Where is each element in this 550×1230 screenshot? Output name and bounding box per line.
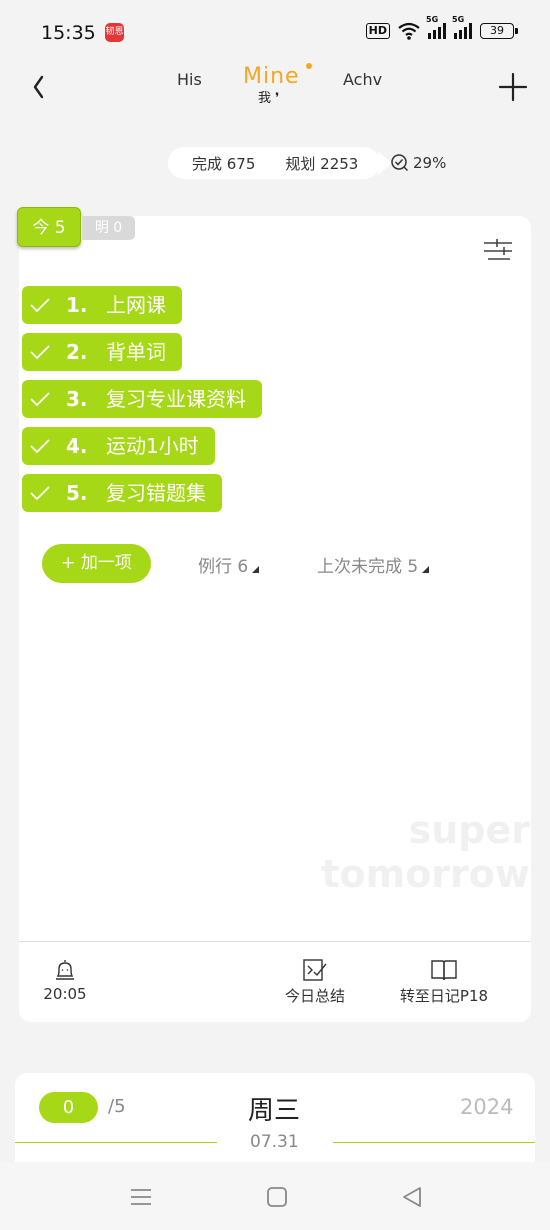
check-icon [26, 344, 54, 360]
wifi-icon [398, 22, 420, 40]
mine-dot-indicator [306, 63, 312, 69]
back-icon[interactable] [398, 1182, 428, 1212]
signal-icon-2: 5G [452, 15, 472, 39]
task-text: 运动1小时 [106, 434, 199, 458]
divider [19, 941, 531, 942]
status-time: 15:35 [41, 22, 96, 44]
total-count: /5 [108, 1096, 126, 1117]
diary-label: 转至日记P18 [399, 987, 489, 1005]
tab-achv[interactable]: Achv [343, 70, 382, 89]
check-circle-icon [391, 154, 409, 172]
task-text: 复习错题集 [106, 481, 206, 505]
check-icon [26, 391, 54, 407]
check-icon [26, 485, 54, 501]
task-text: 复习专业课资料 [106, 387, 246, 411]
alarm-button[interactable]: 20:05 [40, 958, 90, 1003]
task-item[interactable]: 4. 运动1小时 [22, 427, 215, 465]
done-count: 完成 675 [192, 154, 256, 173]
summary-icon [303, 959, 327, 981]
task-item[interactable]: 1. 上网课 [22, 286, 182, 324]
menu-icon[interactable] [126, 1182, 156, 1212]
tab-his[interactable]: His [177, 70, 202, 89]
task-item[interactable]: 2. 背单词 [22, 333, 182, 371]
diary-button[interactable]: 转至日记P18 [394, 958, 494, 1006]
tab-tomorrow[interactable]: 明 0 [82, 216, 135, 240]
task-number: 4. [66, 434, 88, 458]
signal-icon: 5G [426, 15, 446, 39]
filter-icon[interactable] [482, 235, 514, 261]
notification-app-icon: 韧恩 [105, 23, 124, 42]
home-icon[interactable] [262, 1182, 292, 1212]
top-nav: His Mine 我 ❜ Achv [0, 60, 550, 120]
plan-count: 规划 2253 [285, 154, 359, 173]
daily-summary-label: 今日总结 [284, 987, 345, 1005]
routine-dropdown[interactable]: 例行 6 [198, 552, 260, 577]
completion-rate-value: 29% [413, 153, 447, 172]
task-number: 2. [66, 340, 88, 364]
task-text: 背单词 [106, 340, 166, 364]
divider [15, 1142, 217, 1143]
year: 2024 [460, 1095, 514, 1119]
add-item-button[interactable]: + 加一项 [42, 544, 151, 583]
dropdown-triangle-icon [422, 566, 430, 573]
system-nav-bar [0, 1162, 550, 1230]
book-icon [431, 960, 457, 981]
completion-rate: 29% [390, 153, 446, 172]
status-indicators: HD 5G 5G 39 [365, 15, 518, 40]
tab-today[interactable]: 今 5 [17, 207, 81, 247]
footprint-icon: ❜ [275, 91, 280, 106]
dropdown-triangle-icon [252, 566, 260, 573]
task-item[interactable]: 5. 复习错题集 [22, 474, 222, 512]
status-bar: 15:35 韧恩 HD 5G 5G 39 [0, 0, 550, 64]
daily-summary-button[interactable]: 今日总结 [280, 958, 350, 1006]
divider [333, 1142, 535, 1143]
tab-mine[interactable]: Mine [243, 64, 300, 89]
check-icon [26, 297, 54, 313]
tab-mine-subtitle: 我 ❜ [258, 91, 280, 106]
task-number: 1. [66, 293, 88, 317]
task-item[interactable]: 3. 复习专业课资料 [22, 380, 262, 418]
weekday: 周三 [248, 1096, 301, 1126]
alarm-time: 20:05 [43, 985, 87, 1003]
hd-icon: HD [365, 23, 390, 39]
check-icon [26, 438, 54, 454]
watermark: super tomorrow [321, 808, 530, 896]
done-count-badge: 0 [39, 1092, 98, 1123]
battery-icon: 39 [480, 23, 518, 39]
plus-icon[interactable] [496, 70, 530, 104]
unfinished-dropdown[interactable]: 上次未完成 5 [317, 552, 430, 577]
task-number: 5. [66, 481, 88, 505]
stats-pill: 完成 675 规划 2253 [168, 147, 392, 179]
date: 07.31 [250, 1132, 299, 1152]
back-arrow-icon[interactable] [22, 70, 56, 104]
task-number: 3. [66, 387, 88, 411]
task-text: 上网课 [106, 293, 166, 317]
bell-icon [56, 960, 74, 980]
